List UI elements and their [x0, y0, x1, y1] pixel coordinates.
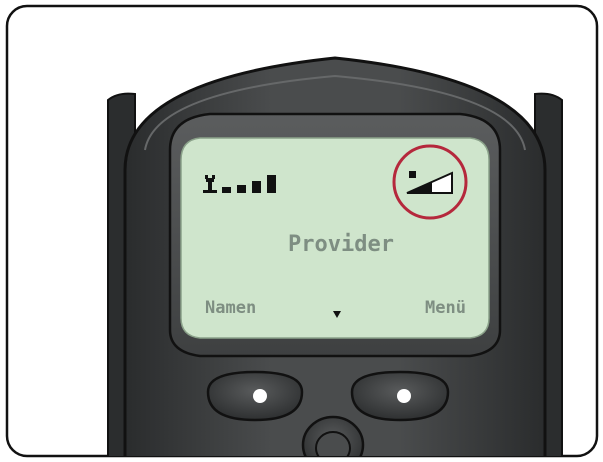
illustration-frame: Provider Namen Menü	[0, 0, 603, 462]
right-softkey-label: Menü	[425, 298, 466, 318]
provider-name: Provider	[288, 232, 394, 257]
navigation-key[interactable]	[301, 415, 365, 462]
left-softkey-button[interactable]	[206, 370, 304, 422]
left-softkey-dot-icon	[253, 389, 267, 403]
right-softkey-dot-icon	[397, 389, 411, 403]
right-softkey-button[interactable]	[350, 370, 450, 422]
left-softkey-label: Namen	[205, 298, 256, 318]
phone-illustration: Provider Namen Menü	[5, 4, 599, 462]
